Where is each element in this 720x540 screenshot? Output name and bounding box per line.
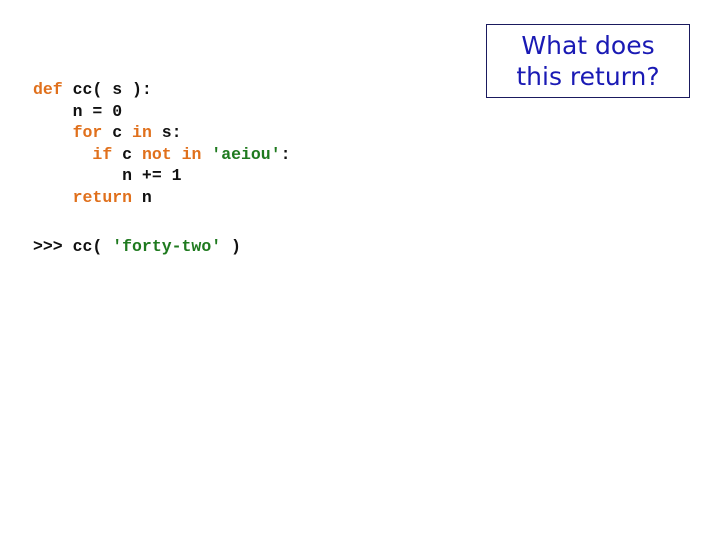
- code-keyword: in: [132, 123, 152, 143]
- code-keyword: return: [72, 187, 133, 207]
- code-line: n += 1: [33, 165, 291, 187]
- question-text: What does this return?: [516, 30, 659, 92]
- code-string: 'aeiou': [211, 144, 281, 164]
- code-keyword: if: [92, 144, 113, 164]
- code-text: n = 0: [33, 101, 123, 121]
- code-text: cc( s ):: [62, 80, 152, 99]
- prompt-prefix: >>> cc(: [33, 237, 113, 256]
- code-text: s:: [151, 123, 182, 143]
- prompt-argument: 'forty-two': [112, 237, 222, 256]
- code-text: c: [112, 144, 142, 164]
- interpreter-prompt: >>> cc( 'forty-two' ): [33, 236, 241, 258]
- code-text: :: [280, 144, 291, 164]
- code-keyword: not: [141, 144, 172, 164]
- code-block: def cc( s ): n = 0 for c in s: if c not …: [33, 79, 291, 209]
- code-keyword: def: [33, 80, 63, 99]
- question-callout: What does this return?: [486, 24, 690, 98]
- code-text: c: [102, 123, 133, 143]
- code-keyword: for: [72, 123, 103, 143]
- code-line: return n: [33, 187, 291, 209]
- prompt-suffix: ): [221, 237, 241, 256]
- code-line: def cc( s ):: [33, 79, 291, 101]
- code-line: n = 0: [33, 101, 291, 123]
- question-line-1: What does: [521, 31, 655, 60]
- code-keyword: in: [181, 144, 202, 164]
- code-line: if c not in 'aeiou':: [33, 144, 291, 166]
- code-text: n += 1: [33, 166, 182, 186]
- question-line-2: this return?: [516, 62, 660, 91]
- code-line: for c in s:: [33, 122, 291, 144]
- code-text: n: [132, 187, 152, 207]
